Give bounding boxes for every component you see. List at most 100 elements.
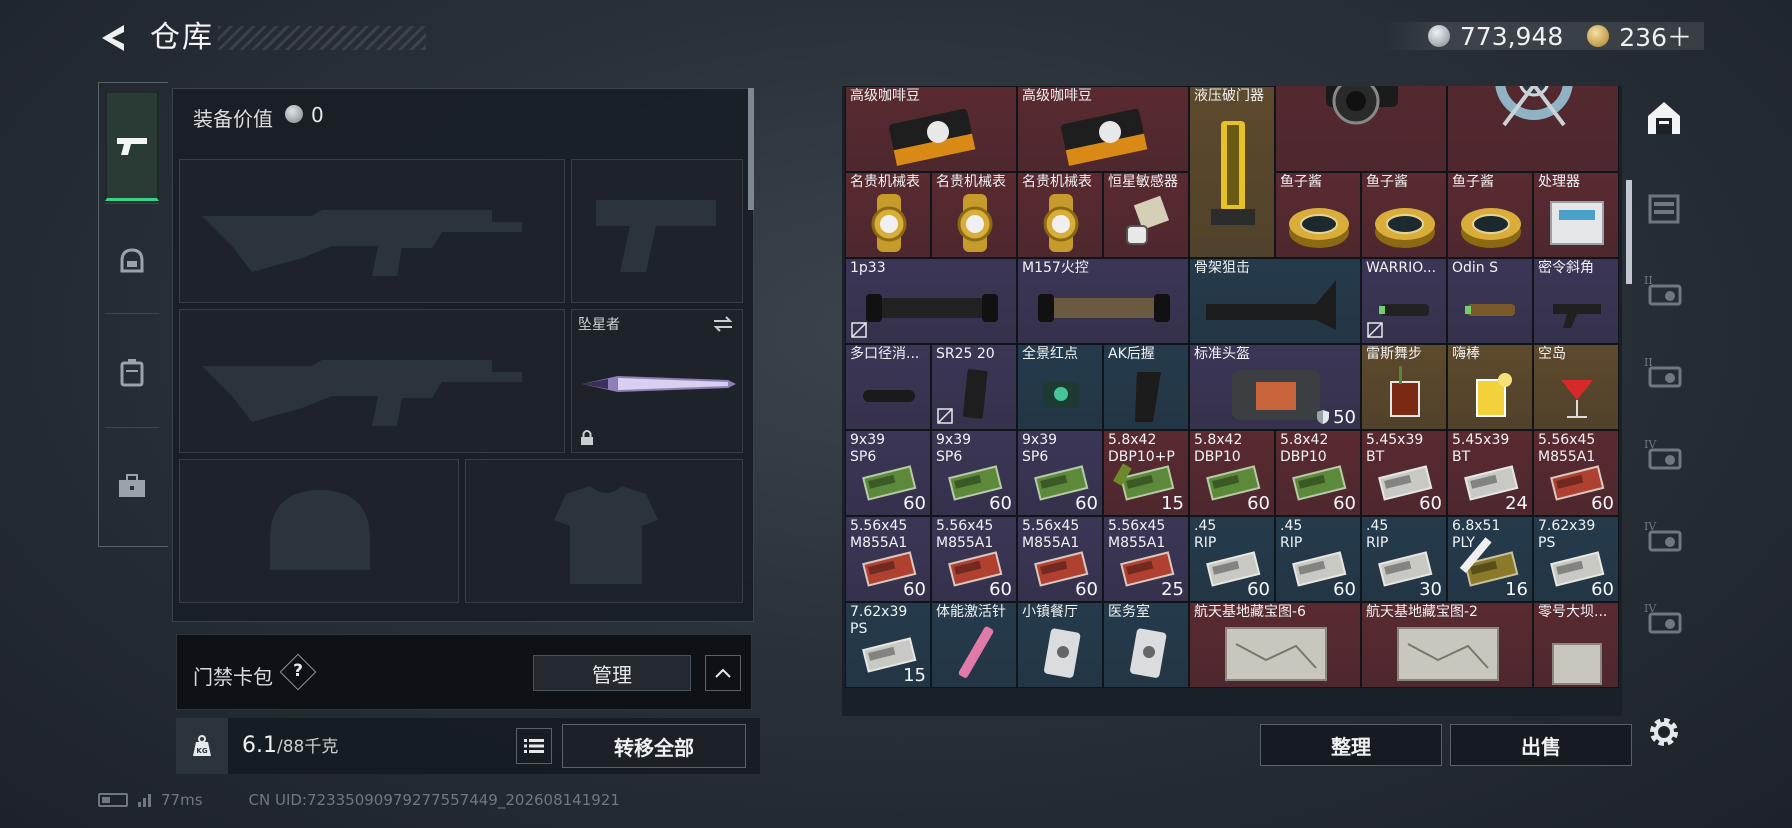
item-name: 9x39 [850, 432, 886, 448]
armor-silhouette-icon [554, 486, 658, 584]
storage-item[interactable]: .45 RIP 60 [1189, 516, 1275, 602]
storage-item[interactable]: 处理器 [1533, 172, 1619, 258]
storage-item[interactable]: WARRIO... [1361, 258, 1447, 344]
storage-item[interactable]: 5.56x45 M855A1 60 [931, 516, 1017, 602]
nav-weapons[interactable] [105, 91, 159, 201]
storage-item[interactable]: 高级咖啡豆 [845, 86, 1017, 172]
rail-tab-3[interactable]: II [1642, 350, 1686, 394]
storage-item[interactable]: 雷斯舞步 [1361, 344, 1447, 430]
storage-item[interactable]: 5.56x45 M855A1 60 [845, 516, 931, 602]
storage-item[interactable]: 1p33 [845, 258, 1017, 344]
rail-tab-5[interactable]: IV [1642, 514, 1686, 558]
storage-item[interactable]: 小镇餐厅 [1017, 602, 1103, 688]
storage-item[interactable]: Odin S [1447, 258, 1533, 344]
storage-item[interactable]: 多口径消... [845, 344, 931, 430]
item-name: 鱼子酱 [1452, 174, 1494, 190]
back-arrow-icon [102, 25, 124, 51]
item-name: 名贵机械表 [850, 174, 920, 190]
shelf-icon [1648, 194, 1680, 224]
storage-item[interactable]: 7.62x39 PS 15 [845, 602, 931, 688]
nav-backpack[interactable] [105, 317, 159, 427]
item-count: 15 [1161, 493, 1184, 514]
storage-item[interactable]: 标准头盔 50 [1189, 344, 1361, 430]
storage-item[interactable]: 鱼子酱 [1361, 172, 1447, 258]
storage-item[interactable]: 医务室 [1103, 602, 1189, 688]
workbench-ii-b-icon: II [1644, 356, 1682, 388]
storage-item[interactable]: 空岛 [1533, 344, 1619, 430]
storage-item[interactable]: 名贵机械表 [931, 172, 1017, 258]
helmet-slot[interactable] [179, 459, 459, 603]
secondary-rifle-slot[interactable] [179, 309, 565, 453]
storage-item[interactable]: 5.8x42 DBP10+P 15 [1103, 430, 1189, 516]
storage-item[interactable]: 零号大坝... [1533, 602, 1619, 688]
storage-item[interactable]: M157火控 [1017, 258, 1189, 344]
equipment-scroll-thumb[interactable] [748, 88, 754, 210]
item-name: 小镇餐厅 [1022, 604, 1078, 620]
rail-tab-0[interactable] [1642, 96, 1686, 140]
nav-case[interactable] [105, 431, 159, 541]
bound-item-icon [851, 322, 867, 338]
storage-item[interactable]: 航天基地藏宝图-6 [1189, 602, 1361, 688]
storage-item[interactable]: 5.45x39 BT 60 [1361, 430, 1447, 516]
storage-item[interactable]: 9x39 SP6 60 [845, 430, 931, 516]
storage-item[interactable]: 密令斜角 [1533, 258, 1619, 344]
manage-button[interactable]: 管理 [533, 655, 691, 691]
equipment-scrollbar[interactable] [748, 88, 754, 622]
item-count: 50 [1333, 407, 1356, 428]
rail-tab-2[interactable]: II [1642, 268, 1686, 312]
item-name: .45 [1366, 518, 1389, 534]
back-button[interactable] [98, 22, 130, 54]
storage-item[interactable]: .45 RIP 30 [1361, 516, 1447, 602]
item-subname: SP6 [1022, 449, 1049, 465]
nav-armor[interactable] [105, 207, 159, 317]
storage-item[interactable]: 骨架狙击 [1189, 258, 1361, 344]
storage-item[interactable]: 液压破门器 [1189, 86, 1275, 258]
storage-item[interactable]: AK后握 [1103, 344, 1189, 430]
storage-item[interactable]: 高级咖啡豆 [1017, 86, 1189, 172]
storage-item[interactable] [1275, 86, 1447, 172]
rail-tab-4[interactable]: IV [1642, 432, 1686, 476]
weight-kg-icon: KG [193, 735, 211, 756]
storage-item[interactable]: 恒星敏感器 [1103, 172, 1189, 258]
storage-item[interactable]: 7.62x39 PS 60 [1533, 516, 1619, 602]
list-view-button[interactable] [516, 728, 552, 764]
storage-item[interactable]: 全景红点 [1017, 344, 1103, 430]
storage-item[interactable]: 5.45x39 BT 24 [1447, 430, 1533, 516]
armor-slot[interactable] [465, 459, 743, 603]
storage-item[interactable]: 体能激活针 [931, 602, 1017, 688]
storage-item[interactable]: 航天基地藏宝图-2 [1361, 602, 1533, 688]
settings-button[interactable] [1644, 712, 1684, 752]
storage-item[interactable]: 嗨棒 [1447, 344, 1533, 430]
storage-item[interactable]: 5.8x42 DBP10 60 [1275, 430, 1361, 516]
storage-item[interactable]: 鱼子酱 [1447, 172, 1533, 258]
primary-weapon-slot[interactable] [179, 159, 565, 303]
transfer-all-button[interactable]: 转移全部 [562, 724, 746, 768]
storage-item[interactable]: 名贵机械表 [1017, 172, 1103, 258]
storage-item[interactable]: 5.56x45 M855A1 25 [1103, 516, 1189, 602]
item-name: WARRIO... [1366, 260, 1437, 276]
item-name: 6.8x51 [1452, 518, 1501, 534]
item-name: M157火控 [1022, 260, 1089, 276]
storage-item[interactable]: 鱼子酱 [1275, 172, 1361, 258]
storage-panel: 高级咖啡豆 高级咖啡豆 液压破门器 名贵机械表 名贵机械表 名贵机械表 恒星敏感器 鱼子酱 鱼子… [842, 86, 1622, 716]
storage-item[interactable]: .45 RIP 60 [1275, 516, 1361, 602]
storage-item[interactable]: SR25 20 [931, 344, 1017, 430]
storage-item[interactable]: 9x39 SP6 60 [931, 430, 1017, 516]
rail-tab-1[interactable] [1642, 186, 1686, 230]
secondary-weapon-slot[interactable] [571, 159, 743, 303]
melee-slot[interactable]: 坠星者 [571, 309, 743, 453]
swap-icon[interactable] [712, 316, 734, 332]
storage-item[interactable]: 9x39 SP6 60 [1017, 430, 1103, 516]
storage-item[interactable]: 5.8x42 DBP10 60 [1189, 430, 1275, 516]
item-name: 7.62x39 [1538, 518, 1596, 534]
gold-currency-amount[interactable]: 236＋ [1619, 18, 1692, 54]
storage-item[interactable] [1447, 86, 1619, 172]
sort-button[interactable]: 整理 [1260, 724, 1442, 766]
rail-tab-6[interactable]: IV [1642, 596, 1686, 640]
sell-button[interactable]: 出售 [1450, 724, 1632, 766]
storage-item[interactable]: 名贵机械表 [845, 172, 931, 258]
storage-item[interactable]: 5.56x45 M855A1 60 [1017, 516, 1103, 602]
storage-item[interactable]: 6.8x51 PLY 16 [1447, 516, 1533, 602]
collapse-button[interactable] [705, 655, 741, 691]
storage-item[interactable]: 5.56x45 M855A1 60 [1533, 430, 1619, 516]
